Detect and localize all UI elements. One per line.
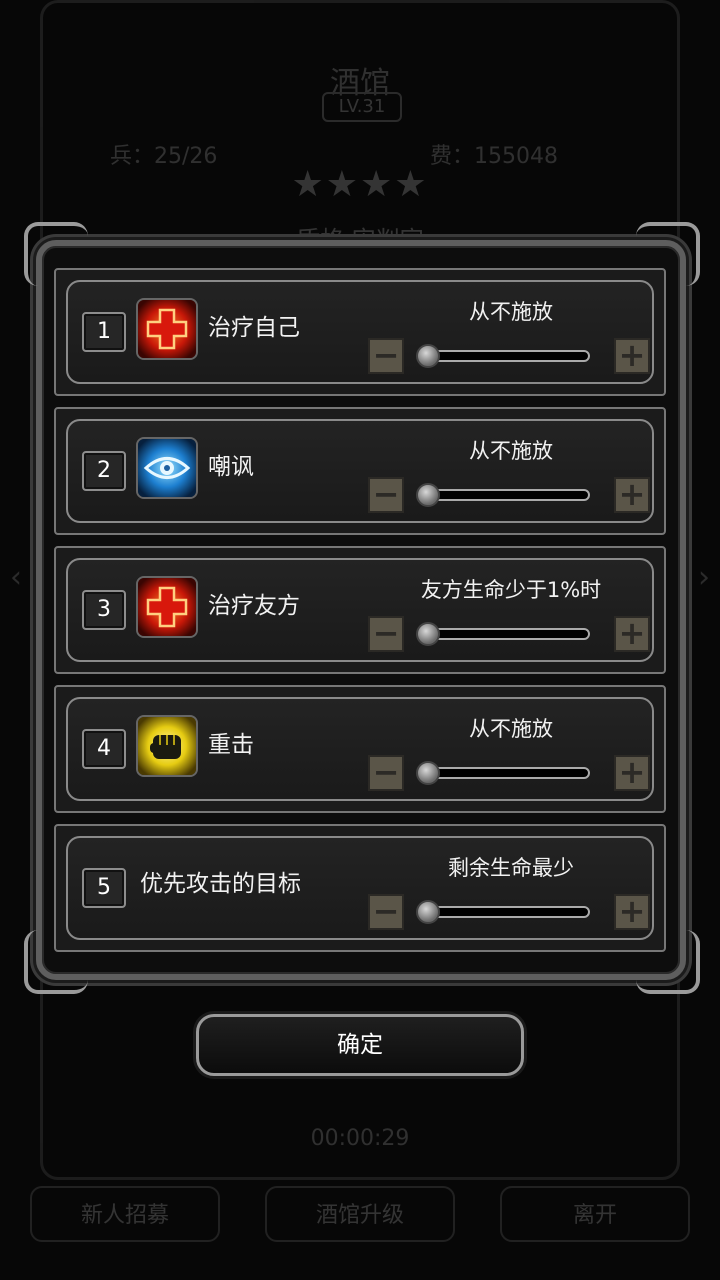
confirm-button[interactable]: 确定 — [196, 1014, 524, 1076]
skill-condition-label: 友方生命少于1%时 — [420, 578, 602, 602]
slider-handle[interactable] — [416, 483, 440, 507]
taunt-eye-icon — [136, 437, 198, 499]
skill-condition-label: 剩余生命最少 — [448, 856, 574, 880]
skill-condition-label: 从不施放 — [469, 717, 553, 741]
target-priority-label: 优先攻击的目标 — [140, 871, 301, 897]
skill-row: 4 重击 从不施放 − + — [54, 685, 666, 813]
chevron-left-icon: ‹ — [10, 560, 22, 595]
heal-cross-icon — [136, 298, 198, 360]
background-recruit-button: 新人招募 — [30, 1186, 220, 1242]
skill-name: 治疗友方 — [208, 593, 300, 619]
heal-cross-icon — [136, 576, 198, 638]
skill-row: 2 嘲讽 从不施放 − + — [54, 407, 666, 535]
skill-name: 治疗自己 — [208, 315, 300, 341]
skill-index: 4 — [82, 729, 126, 769]
skill-row: 1 治疗自己 从不施放 − + — [54, 268, 666, 396]
slider-handle[interactable] — [416, 900, 440, 924]
condition-slider-track[interactable] — [428, 906, 590, 918]
skill-index: 2 — [82, 451, 126, 491]
chevron-right-icon: › — [698, 560, 710, 595]
slider-handle[interactable] — [416, 344, 440, 368]
skill-index: 5 — [82, 868, 126, 908]
background-star-rating: ★★★★ — [291, 164, 429, 205]
increase-button[interactable]: + — [614, 894, 650, 930]
decrease-button[interactable]: − — [368, 477, 404, 513]
background-upgrade-button: 酒馆升级 — [265, 1186, 455, 1242]
decrease-button[interactable]: − — [368, 338, 404, 374]
slider-handle[interactable] — [416, 622, 440, 646]
skill-row: 5 优先攻击的目标 剩余生命最少 − + — [54, 824, 666, 952]
increase-button[interactable]: + — [614, 477, 650, 513]
skill-row: 3 治疗友方 友方生命少于1%时 − + — [54, 546, 666, 674]
slider-handle[interactable] — [416, 761, 440, 785]
condition-slider-track[interactable] — [428, 767, 590, 779]
skill-index: 1 — [82, 312, 126, 352]
skill-name: 重击 — [208, 732, 254, 758]
decrease-button[interactable]: − — [368, 755, 404, 791]
background-leave-button: 离开 — [500, 1186, 690, 1242]
increase-button[interactable]: + — [614, 338, 650, 374]
skill-index: 3 — [82, 590, 126, 630]
background-level-badge: LV.31 — [322, 92, 402, 122]
background-timer: 00:00:29 — [310, 1126, 410, 1151]
fist-icon — [136, 715, 198, 777]
decrease-button[interactable]: − — [368, 894, 404, 930]
increase-button[interactable]: + — [614, 616, 650, 652]
increase-button[interactable]: + — [614, 755, 650, 791]
skill-condition-label: 从不施放 — [469, 300, 553, 324]
skill-condition-label: 从不施放 — [469, 439, 553, 463]
condition-slider-track[interactable] — [428, 489, 590, 501]
condition-slider-track[interactable] — [428, 350, 590, 362]
skill-name: 嘲讽 — [208, 454, 254, 480]
decrease-button[interactable]: − — [368, 616, 404, 652]
condition-slider-track[interactable] — [428, 628, 590, 640]
